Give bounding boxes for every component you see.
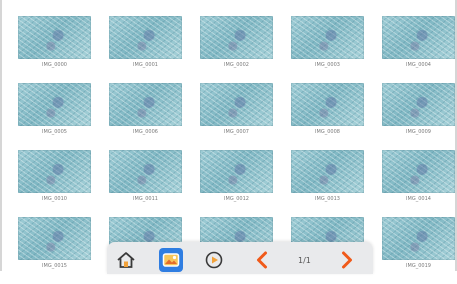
thumbnail-label: IMG_0009 (406, 129, 431, 135)
thumbnail-label: IMG_0013 (315, 196, 340, 202)
thumbnail-label: IMG_0014 (406, 196, 431, 202)
thumbnail-image[interactable] (291, 150, 364, 193)
thumbnail-label: IMG_0005 (42, 129, 67, 135)
thumbnail-image[interactable] (109, 16, 182, 59)
prev-page-button[interactable] (250, 248, 274, 272)
thumbnail-item[interactable]: IMG_0006 (109, 83, 182, 150)
thumbnail-item[interactable]: IMG_0013 (291, 150, 364, 217)
thumbnail-label: IMG_0001 (133, 62, 158, 68)
thumbnail-image[interactable] (382, 83, 455, 126)
thumbnail-item[interactable]: IMG_0001 (109, 16, 182, 83)
thumbnail-label: IMG_0012 (224, 196, 249, 202)
thumbnail-label: IMG_0011 (133, 196, 158, 202)
thumbnail-item[interactable]: IMG_0003 (291, 16, 364, 83)
thumbnail-item[interactable]: IMG_0004 (382, 16, 455, 83)
play-button[interactable] (202, 248, 226, 272)
thumbnail-image[interactable] (382, 150, 455, 193)
thumbnail-image[interactable] (382, 217, 455, 260)
thumbnail-label: IMG_0010 (42, 196, 67, 202)
next-page-button[interactable] (335, 248, 359, 272)
thumbnail-image[interactable] (18, 217, 91, 260)
thumbnail-image[interactable] (291, 83, 364, 126)
thumbnail-item[interactable]: IMG_0009 (382, 83, 455, 150)
thumbnail-image[interactable] (18, 16, 91, 59)
thumbnail-item[interactable]: IMG_0019 (382, 217, 455, 284)
gallery-icon (162, 253, 180, 267)
home-icon (117, 252, 135, 268)
thumbnail-label: IMG_0004 (406, 62, 431, 68)
thumbnail-image[interactable] (109, 83, 182, 126)
prev-page-icon (257, 251, 267, 269)
bottom-toolbar: 1/1 (107, 242, 373, 274)
thumbnail-label: IMG_0000 (42, 62, 67, 68)
thumbnail-item[interactable]: IMG_0012 (200, 150, 273, 217)
thumbnail-label: IMG_0015 (42, 263, 67, 269)
thumbnail-item[interactable]: IMG_0010 (18, 150, 91, 217)
thumbnail-item[interactable]: IMG_0000 (18, 16, 91, 83)
thumbnail-label: IMG_0006 (133, 129, 158, 135)
thumbnail-item[interactable]: IMG_0015 (18, 217, 91, 284)
thumbnail-item[interactable]: IMG_0011 (109, 150, 182, 217)
thumbnail-label: IMG_0008 (315, 129, 340, 135)
thumbnail-image[interactable] (200, 16, 273, 59)
home-button[interactable] (114, 248, 138, 272)
thumbnail-image[interactable] (18, 150, 91, 193)
play-icon (205, 251, 223, 269)
thumbnail-image[interactable] (382, 16, 455, 59)
thumbnail-item[interactable]: IMG_0005 (18, 83, 91, 150)
thumbnail-image[interactable] (18, 83, 91, 126)
thumbnail-item[interactable]: IMG_0008 (291, 83, 364, 150)
next-page-icon (342, 251, 352, 269)
thumbnail-label: IMG_0002 (224, 62, 249, 68)
thumbnail-item[interactable]: IMG_0002 (200, 16, 273, 83)
thumbnail-image[interactable] (291, 16, 364, 59)
page-indicator: 1/1 (298, 256, 311, 265)
thumbnail-item[interactable]: IMG_0007 (200, 83, 273, 150)
thumbnail-image[interactable] (200, 83, 273, 126)
thumbnail-label: IMG_0007 (224, 129, 249, 135)
thumbnail-image[interactable] (109, 150, 182, 193)
thumbnail-label: IMG_0003 (315, 62, 340, 68)
thumbnail-label: IMG_0019 (406, 263, 431, 269)
gallery-button[interactable] (159, 248, 183, 272)
thumbnail-image[interactable] (200, 150, 273, 193)
thumbnail-item[interactable]: IMG_0014 (382, 150, 455, 217)
